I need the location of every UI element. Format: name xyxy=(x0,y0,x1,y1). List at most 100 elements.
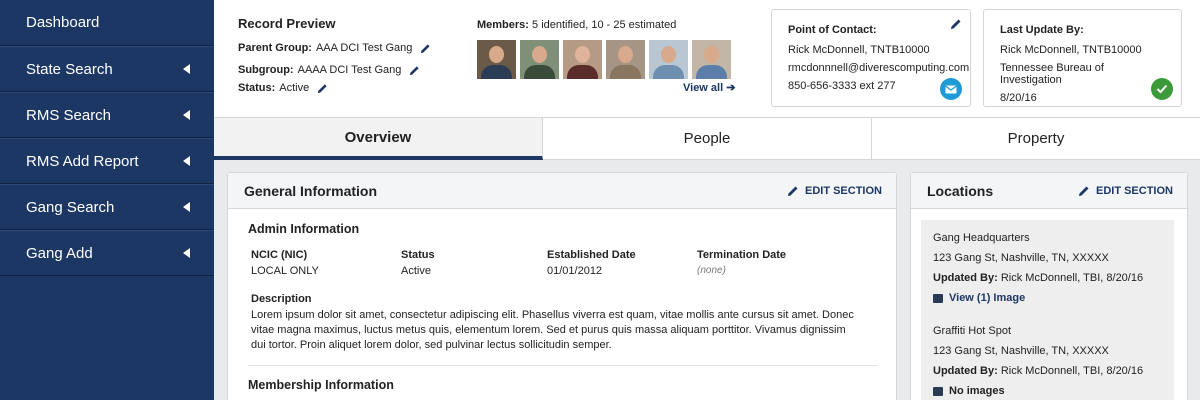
pencil-icon[interactable] xyxy=(317,83,328,94)
sidebar: Dashboard State Search RMS Search RMS Ad… xyxy=(0,0,214,400)
pencil-icon[interactable] xyxy=(420,43,431,54)
member-photo[interactable] xyxy=(692,40,731,79)
caret-left-icon xyxy=(183,248,190,258)
parent-group-row: Parent Group: AAA DCI Test Gang xyxy=(238,42,431,54)
record-preview-title: Record Preview xyxy=(238,16,336,31)
image-icon xyxy=(933,293,943,303)
subgroup-label: Subgroup: xyxy=(238,64,294,76)
status-value: Active xyxy=(279,82,310,94)
updated-by-label: Updated By: xyxy=(933,365,998,377)
description-label: Description xyxy=(251,293,312,305)
email-icon[interactable] xyxy=(940,78,962,100)
tab-property[interactable]: Property xyxy=(872,118,1200,160)
established-date-value: 01/01/2012 xyxy=(547,265,603,277)
last-update-agency: Tennessee Bureau of Investigation xyxy=(1000,62,1104,86)
location-name: Graffiti Hot Spot xyxy=(933,325,1012,337)
poc-email: rmcdonnnell@diverescomputing.com xyxy=(788,62,970,74)
subgroup-value: AAAA DCI Test Gang xyxy=(297,64,402,76)
termination-date-label: Termination Date xyxy=(697,249,787,261)
sidebar-item-label: Dashboard xyxy=(26,14,100,31)
sidebar-item-state-search[interactable]: State Search xyxy=(0,46,214,92)
edit-section-label: EDIT SECTION xyxy=(804,184,882,197)
no-images-label: No images xyxy=(933,385,1162,397)
status-label: Status xyxy=(401,249,435,261)
updated-by-label: Updated By: xyxy=(933,272,998,284)
general-information-title: General Information xyxy=(244,182,378,199)
termination-date-value: (none) xyxy=(697,265,726,276)
tab-overview[interactable]: Overview xyxy=(214,118,543,160)
last-update-card: Last Update By: Rick McDonnell, TNTB1000… xyxy=(983,9,1182,107)
member-photo[interactable] xyxy=(563,40,602,79)
parent-group-value: AAA DCI Test Gang xyxy=(315,42,413,54)
edit-locations-section-button[interactable]: EDIT SECTION xyxy=(1078,185,1173,197)
check-icon xyxy=(1151,78,1173,100)
caret-left-icon xyxy=(183,202,190,212)
view-image-label: View (1) Image xyxy=(949,292,1026,304)
status-value: Active xyxy=(401,265,431,277)
location-name: Gang Headquarters xyxy=(933,232,1030,244)
sidebar-item-label: RMS Search xyxy=(26,106,112,124)
view-image-link[interactable]: View (1) Image xyxy=(933,292,1162,304)
edit-general-section-button[interactable]: EDIT SECTION xyxy=(787,185,882,197)
view-all-members-link[interactable]: View all ➔ xyxy=(683,81,735,94)
location-address: 123 Gang St, Nashville, TN, XXXXX xyxy=(933,252,1109,264)
sidebar-item-label: Gang Add xyxy=(26,244,93,262)
locations-panel: Locations EDIT SECTION Gang Headquarters… xyxy=(910,172,1188,400)
location-item: Graffiti Hot Spot 123 Gang St, Nashville… xyxy=(921,313,1174,400)
member-photo[interactable] xyxy=(477,40,516,79)
caret-left-icon xyxy=(183,64,190,74)
poc-name: Rick McDonnell, TNTB10000 xyxy=(788,44,930,56)
record-header: Record Preview Parent Group: AAA DCI Tes… xyxy=(214,0,1200,118)
membership-information-title: Membership Information xyxy=(248,378,394,392)
subgroup-row: Subgroup: AAAA DCI Test Gang xyxy=(238,64,420,76)
description-text: Lorem ipsum dolor sit amet, consectetur … xyxy=(251,309,854,351)
pencil-icon[interactable] xyxy=(409,65,420,76)
admin-information-title: Admin Information xyxy=(248,222,360,236)
no-images-text: No images xyxy=(949,385,1005,397)
pencil-icon xyxy=(1078,186,1089,196)
location-item: Gang Headquarters 123 Gang St, Nashville… xyxy=(921,220,1174,316)
general-information-panel: General Information EDIT SECTION Admin I… xyxy=(227,172,897,400)
sidebar-item-label: State Search xyxy=(26,60,113,78)
established-date-label: Established Date xyxy=(547,249,636,261)
sidebar-item-dashboard[interactable]: Dashboard xyxy=(0,0,214,46)
image-icon xyxy=(933,386,943,396)
sidebar-item-label: RMS Add Report xyxy=(26,152,139,170)
last-update-date: 8/20/16 xyxy=(1000,92,1037,104)
ncic-value: LOCAL ONLY xyxy=(251,265,319,277)
member-photo[interactable] xyxy=(520,40,559,79)
location-address: 123 Gang St, Nashville, TN, XXXXX xyxy=(933,345,1109,357)
location-updated: Updated By: Rick McDonnell, TBI, 8/20/16 xyxy=(933,365,1162,377)
caret-left-icon xyxy=(183,156,190,166)
members-summary: Members: 5 identified, 10 - 25 estimated xyxy=(477,19,676,31)
member-photo[interactable] xyxy=(649,40,688,79)
locations-title: Locations xyxy=(927,182,994,199)
updated-by-value: Rick McDonnell, TBI, 8/20/16 xyxy=(1000,365,1144,377)
sidebar-item-gang-add[interactable]: Gang Add xyxy=(0,230,214,276)
tab-people[interactable]: People xyxy=(543,118,872,160)
last-update-name: Rick McDonnell, TNTB10000 xyxy=(1000,44,1142,56)
sidebar-item-label: Gang Search xyxy=(26,198,115,216)
member-photo[interactable] xyxy=(606,40,645,79)
ncic-label: NCIC (NIC) xyxy=(251,249,308,261)
record-tabs: Overview People Property xyxy=(214,118,1200,160)
sidebar-item-gang-search[interactable]: Gang Search xyxy=(0,184,214,230)
poc-phone: 850-656-3333 ext 277 xyxy=(788,80,896,92)
caret-left-icon xyxy=(183,110,190,120)
status-row: Status: Active xyxy=(238,82,328,94)
members-value: 5 identified, 10 - 25 estimated xyxy=(532,19,677,31)
parent-group-label: Parent Group: xyxy=(238,42,312,54)
poc-title: Point of Contact: xyxy=(788,24,877,36)
section-divider xyxy=(248,365,878,366)
members-label: Members: xyxy=(477,19,529,31)
sidebar-item-rms-add-report[interactable]: RMS Add Report xyxy=(0,138,214,184)
status-label: Status: xyxy=(238,82,276,94)
sidebar-item-rms-search[interactable]: RMS Search xyxy=(0,92,214,138)
pencil-icon[interactable] xyxy=(950,18,962,30)
member-photos xyxy=(477,40,731,79)
general-information-header: General Information EDIT SECTION xyxy=(228,173,896,209)
location-updated: Updated By: Rick McDonnell, TBI, 8/20/16 xyxy=(933,272,1162,284)
last-update-title: Last Update By: xyxy=(1000,24,1084,36)
pencil-icon xyxy=(787,186,798,196)
locations-header: Locations EDIT SECTION xyxy=(911,173,1187,209)
